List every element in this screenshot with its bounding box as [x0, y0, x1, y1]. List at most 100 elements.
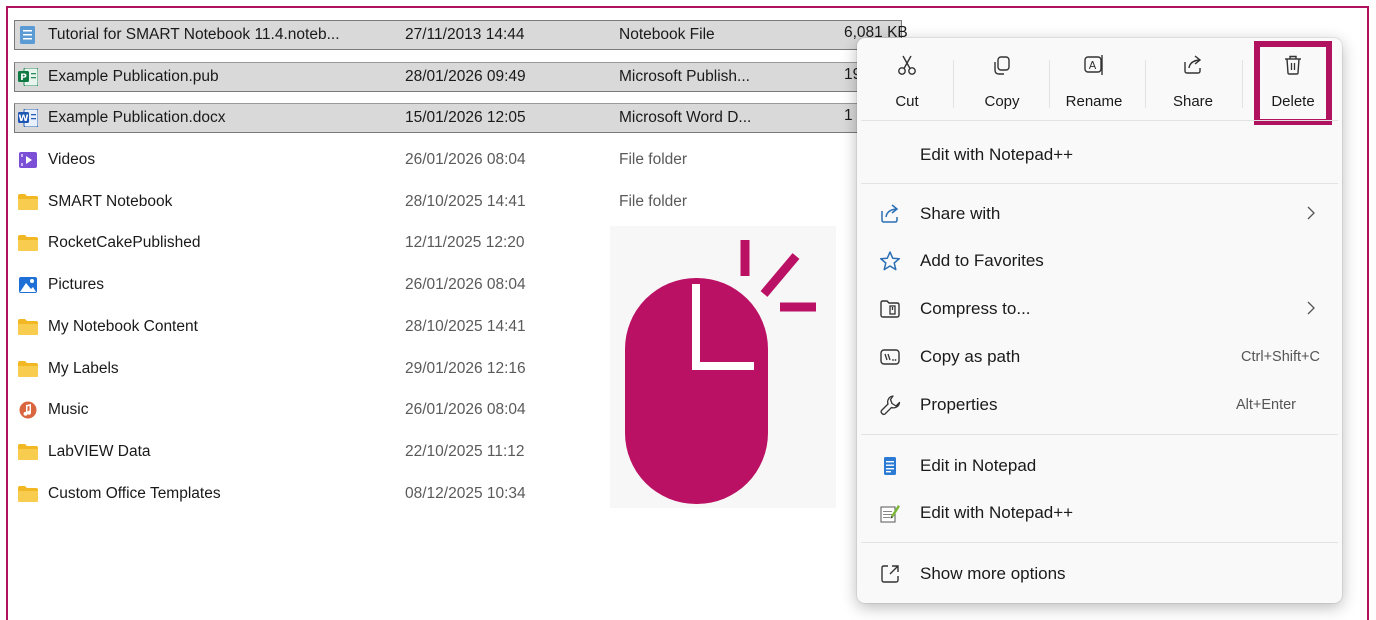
file-name: Custom Office Templates — [48, 484, 221, 502]
file-date: 08/12/2025 10:34 — [405, 484, 526, 502]
quick-separator — [953, 60, 954, 108]
menu-item-edit-with-notepadpp[interactable]: Edit with Notepad++ — [857, 490, 1342, 536]
menu-item-label: Show more options — [920, 564, 1066, 583]
notebook-file-icon — [20, 26, 35, 44]
share-icon — [1184, 55, 1202, 74]
share-button[interactable]: Share — [1154, 48, 1232, 114]
rename-label: Rename — [1065, 93, 1123, 110]
file-date: 28/10/2025 14:41 — [405, 192, 526, 210]
menu-separator — [861, 183, 1338, 184]
publisher-file-icon: P — [18, 67, 38, 86]
file-name: Pictures — [48, 276, 104, 294]
folder-icon — [18, 235, 38, 252]
file-row[interactable]: W Example Publication.docx 15/01/2026 12… — [14, 101, 902, 143]
file-type: Microsoft Word D... — [619, 109, 752, 127]
star-icon — [879, 251, 901, 271]
archive-icon — [880, 300, 900, 318]
chevron-right-icon — [1307, 206, 1315, 220]
folder-icon — [18, 318, 38, 335]
share-with-icon — [881, 204, 899, 223]
menu-item-share-with[interactable]: Share with — [857, 191, 1342, 237]
share-label: Share — [1172, 93, 1214, 110]
music-folder-icon — [19, 401, 37, 419]
menu-item-label: Add to Favorites — [920, 251, 1044, 270]
word-file-icon: W — [18, 109, 38, 128]
pictures-folder-icon — [19, 277, 37, 294]
file-date: 28/01/2026 09:49 — [405, 67, 526, 85]
expand-icon — [881, 565, 899, 583]
scissors-icon — [898, 55, 916, 75]
file-type: File folder — [619, 151, 688, 169]
menu-item-compress-to[interactable]: Compress to... — [857, 286, 1342, 332]
cut-button[interactable]: Cut — [868, 48, 946, 114]
menu-item-label: Compress to... — [920, 299, 1031, 318]
folder-icon — [18, 443, 38, 460]
file-row[interactable]: P Example Publication.pub 28/01/2026 09:… — [14, 60, 902, 102]
svg-text:P: P — [20, 73, 27, 83]
file-size: 1 — [844, 107, 853, 125]
menu-item-edit-notepadpp-top[interactable]: Edit with Notepad++ — [857, 132, 1342, 178]
file-name: RocketCakePublished — [48, 234, 201, 252]
file-name: SMART Notebook — [48, 192, 173, 210]
file-name: My Labels — [48, 359, 119, 377]
notepad-icon — [884, 457, 896, 475]
menu-separator — [861, 120, 1338, 121]
file-date: 26/01/2026 08:04 — [405, 276, 526, 294]
quick-separator — [1145, 60, 1146, 108]
shortcut-text: Alt+Enter — [1235, 397, 1296, 413]
file-date: 12/11/2025 12:20 — [405, 234, 525, 252]
file-row[interactable]: Tutorial for SMART Notebook 11.4.noteb..… — [14, 18, 908, 60]
notepadpp-icon — [880, 505, 900, 523]
videos-folder-icon — [19, 152, 37, 169]
cut-label: Cut — [895, 93, 919, 110]
file-type: File folder — [619, 192, 688, 210]
folder-icon — [18, 360, 38, 377]
mouse-click-illustration — [610, 226, 836, 508]
file-name: Videos — [48, 151, 96, 169]
menu-item-properties[interactable]: Properties Alt+Enter — [857, 382, 1342, 428]
file-row[interactable]: Videos 26/01/2026 08:04 File folder — [14, 143, 894, 185]
menu-item-edit-in-notepad[interactable]: Edit in Notepad — [857, 443, 1342, 489]
copy-icon — [994, 56, 1010, 75]
rename-icon: A — [1084, 55, 1103, 75]
file-date: 26/01/2026 08:04 — [405, 401, 526, 419]
copy-button[interactable]: Copy — [963, 48, 1041, 114]
menu-item-label: Edit in Notepad — [920, 456, 1037, 475]
file-date: 15/01/2026 12:05 — [405, 109, 526, 127]
menu-item-label: Edit with Notepad++ — [920, 145, 1074, 164]
file-type: Notebook File — [619, 26, 715, 43]
file-name: Example Publication.pub — [48, 67, 219, 85]
file-date: 26/01/2026 08:04 — [405, 151, 526, 169]
menu-item-add-to-favorites[interactable]: Add to Favorites — [857, 238, 1342, 284]
svg-text:W: W — [19, 114, 29, 124]
menu-item-label: Copy as path — [920, 347, 1021, 366]
quick-separator — [1049, 60, 1050, 108]
menu-item-label: Edit with Notepad++ — [920, 503, 1074, 522]
copy-path-icon — [880, 349, 900, 365]
rename-button[interactable]: A Rename — [1055, 48, 1133, 114]
quick-separator — [1242, 60, 1243, 108]
menu-item-show-more-options[interactable]: Show more options — [857, 551, 1342, 597]
file-name: LabVIEW Data — [48, 442, 151, 460]
context-menu: Cut Copy A Rename Share Delete Edit with… — [857, 38, 1342, 603]
menu-separator — [861, 542, 1338, 543]
menu-item-label: Properties — [920, 395, 998, 414]
svg-text:A: A — [1089, 59, 1097, 72]
delete-highlight-box — [1254, 41, 1332, 125]
shortcut-text: Ctrl+Shift+C — [1241, 349, 1320, 365]
menu-separator — [861, 434, 1338, 435]
file-date: 28/10/2025 14:41 — [405, 317, 526, 335]
menu-item-copy-as-path[interactable]: Copy as path Ctrl+Shift+C — [857, 334, 1342, 380]
file-date: 29/01/2026 12:16 — [405, 359, 526, 377]
folder-icon — [18, 193, 38, 210]
file-name: Example Publication.docx — [48, 109, 226, 127]
file-name: My Notebook Content — [48, 317, 198, 335]
chevron-right-icon — [1307, 301, 1315, 315]
file-row[interactable]: SMART Notebook 28/10/2025 14:41 File fol… — [14, 185, 894, 227]
file-name: Music — [48, 401, 89, 419]
folder-icon — [18, 485, 38, 502]
quick-action-bar: Cut Copy A Rename Share Delete — [857, 38, 1342, 125]
file-type: Microsoft Publish... — [619, 67, 750, 85]
file-date: 22/10/2025 11:12 — [405, 442, 525, 460]
file-name: Tutorial for SMART Notebook 11.4.noteb..… — [48, 26, 340, 43]
